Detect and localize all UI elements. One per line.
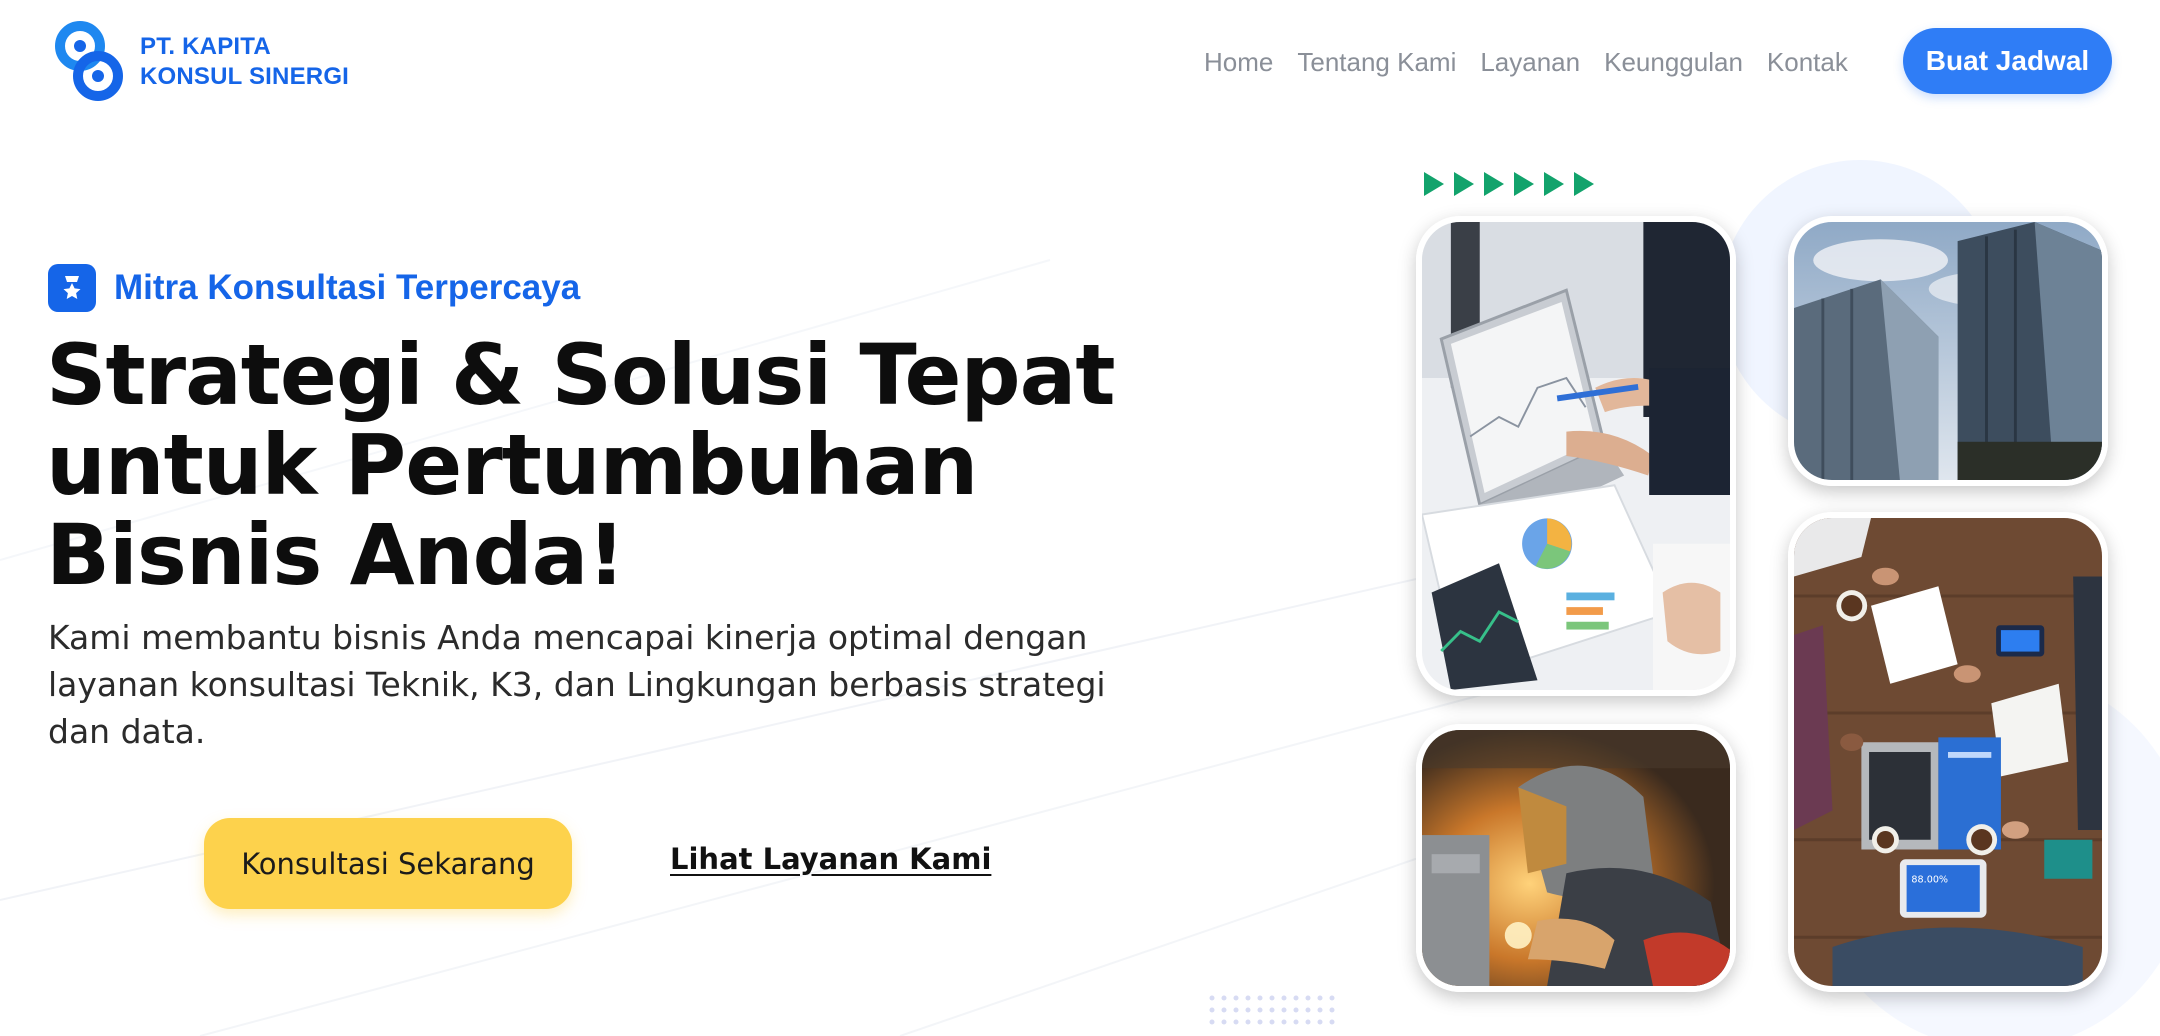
nav-item-layanan[interactable]: Layanan	[1480, 42, 1580, 82]
hero-description-line: layanan konsultasi Teknik, K3, dan Lingk…	[48, 665, 1106, 704]
hero-title-line: Bisnis Anda!	[46, 506, 626, 604]
konsultasi-sekarang-button[interactable]: Konsultasi Sekarang	[204, 818, 572, 909]
award-star-icon	[48, 264, 96, 312]
tablet-readout: 88.00%	[1911, 875, 1948, 886]
arrow-decoration	[1424, 172, 1604, 196]
nav-item-kontak[interactable]: Kontak	[1767, 42, 1848, 82]
glass-buildings-photo	[1788, 216, 2108, 486]
main-nav: Home Tentang Kami Layanan Keunggulan Kon…	[1204, 42, 1872, 82]
site-header: PT. KAPITA KONSUL SINERGI Home Tentang K…	[0, 0, 2160, 130]
nav-item-home[interactable]: Home	[1204, 42, 1273, 82]
hero-description-line: dan data.	[48, 712, 206, 751]
badge-text: Mitra Konsultasi Terpercaya	[114, 268, 581, 307]
buat-jadwal-button[interactable]: Buat Jadwal	[1903, 28, 2112, 94]
interlocking-circles-logo-icon	[55, 21, 123, 101]
hero-title: Strategi & Solusi Tepat untuk Pertumbuha…	[46, 330, 1146, 600]
play-arrow-icon	[1424, 172, 1444, 196]
nav-item-keunggulan[interactable]: Keunggulan	[1604, 42, 1743, 82]
business-charts-photo	[1416, 216, 1736, 696]
play-arrow-icon	[1514, 172, 1534, 196]
lihat-layanan-link[interactable]: Lihat Layanan Kami	[670, 842, 991, 876]
play-arrow-icon	[1484, 172, 1504, 196]
welder-photo	[1416, 724, 1736, 992]
play-arrow-icon	[1544, 172, 1564, 196]
dot-grid-decoration	[1209, 995, 1335, 1025]
hero-title-line: untuk Pertumbuhan	[46, 416, 978, 514]
hero-description-line: Kami membantu bisnis Anda mencapai kiner…	[48, 618, 1088, 657]
hero-description: Kami membantu bisnis Anda mencapai kiner…	[48, 614, 1188, 755]
brand-name-line2: KONSUL SINERGI	[140, 63, 350, 90]
play-arrow-icon	[1574, 172, 1594, 196]
team-meeting-photo: 88.00%	[1788, 512, 2108, 992]
nav-item-tentang-kami[interactable]: Tentang Kami	[1297, 42, 1456, 82]
brand-logo[interactable]: PT. KAPITA KONSUL SINERGI	[54, 20, 349, 104]
play-arrow-icon	[1454, 172, 1474, 196]
trust-badge: Mitra Konsultasi Terpercaya	[48, 264, 580, 312]
hero-title-line: Strategi & Solusi Tepat	[46, 326, 1115, 424]
brand-name-line1: PT. KAPITA	[140, 33, 271, 60]
